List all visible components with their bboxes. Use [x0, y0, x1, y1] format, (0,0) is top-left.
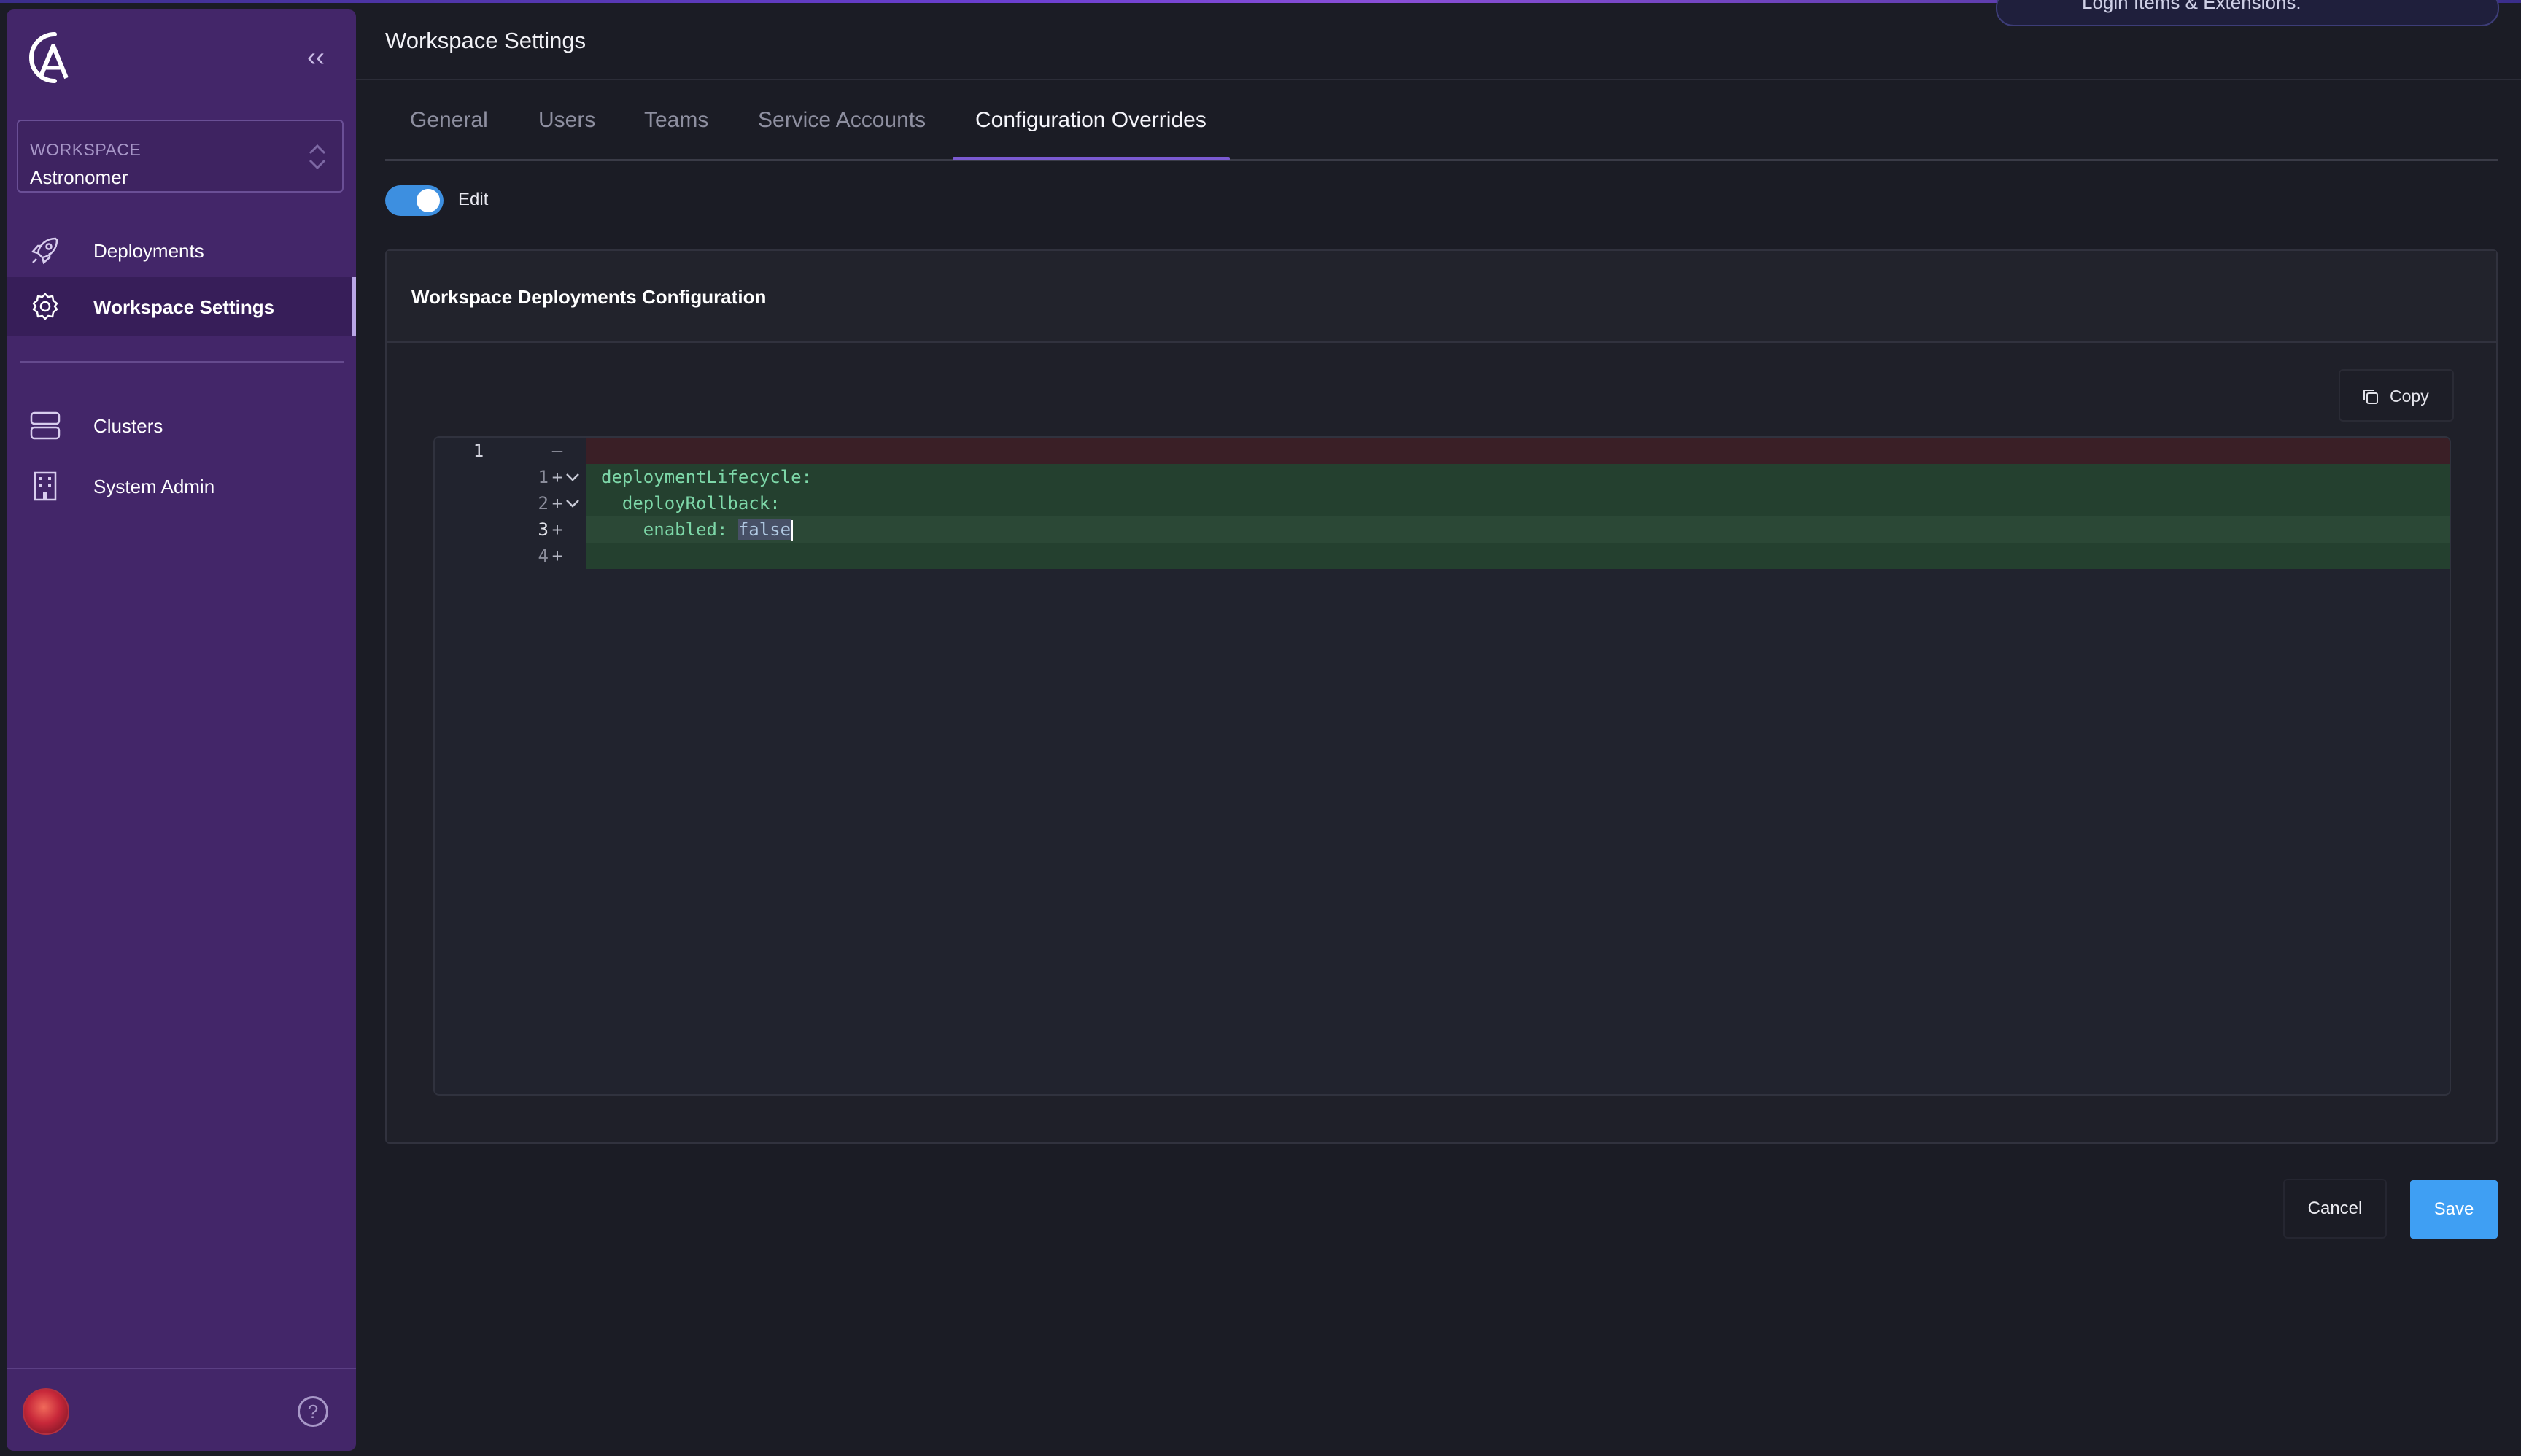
- chevron-updown-icon: [309, 144, 326, 170]
- removed-line-bg: [586, 438, 2450, 464]
- sidebar-item-deployments[interactable]: Deployments: [7, 221, 356, 279]
- sidebar-item-system-admin[interactable]: System Admin: [7, 457, 356, 515]
- code-text: deployRollback:: [601, 493, 781, 514]
- added-line-bg: [586, 490, 2450, 516]
- config-card: Workspace Deployments Configuration Copy…: [385, 249, 2498, 1144]
- edit-toggle-label: Edit: [458, 190, 489, 209]
- yaml-diff-editor[interactable]: 1 – 1 + deploymentLifecycle: 2 + deployR…: [433, 436, 2451, 1096]
- code-text: enabled: false: [601, 516, 794, 543]
- config-card-title: Workspace Deployments Configuration: [411, 286, 767, 308]
- workspace-value: Astronomer: [30, 166, 128, 188]
- help-icon[interactable]: ?: [298, 1396, 328, 1427]
- settings-tabs: General Users Teams Service Accounts Con…: [385, 102, 2498, 160]
- diff-removed-line: 1 –: [435, 438, 2450, 464]
- sidebar-item-label: Deployments: [93, 240, 204, 262]
- config-card-header: Workspace Deployments Configuration: [387, 251, 2496, 343]
- gear-icon: [32, 293, 58, 320]
- tab-users[interactable]: Users: [538, 108, 595, 133]
- diff-sign: +: [551, 519, 563, 540]
- building-icon: [34, 471, 57, 501]
- tab-configuration-overrides[interactable]: Configuration Overrides: [975, 108, 1207, 133]
- workspace-label: WORKSPACE: [30, 140, 142, 159]
- sidebar-item-clusters[interactable]: Clusters: [7, 396, 356, 454]
- page-title: Workspace Settings: [385, 28, 586, 53]
- toggle-knob: [417, 189, 440, 212]
- added-line-bg: [586, 464, 2450, 490]
- user-avatar[interactable]: [23, 1388, 69, 1435]
- edit-toggle[interactable]: [385, 185, 444, 216]
- text-caret: [791, 520, 794, 541]
- cancel-button[interactable]: Cancel: [2283, 1179, 2387, 1239]
- tab-teams[interactable]: Teams: [644, 108, 708, 133]
- selected-code-value: false: [737, 519, 791, 540]
- diff-added-line: 4 +: [435, 543, 2450, 569]
- rocket-icon: [31, 237, 58, 265]
- system-notification[interactable]: Login Items & Extensions.: [1996, 0, 2499, 26]
- server-icon: [30, 411, 61, 440]
- new-line-number: 1: [538, 467, 549, 487]
- fold-chevron-icon[interactable]: [565, 470, 581, 484]
- header-divider: [356, 79, 2521, 80]
- diff-sign: +: [551, 493, 563, 514]
- new-line-number: 3: [538, 519, 549, 540]
- sidebar-item-workspace-settings[interactable]: Workspace Settings: [7, 277, 356, 336]
- active-tab-indicator: [953, 157, 1230, 160]
- sidebar-item-label: System Admin: [93, 476, 215, 497]
- new-line-number: 4: [538, 546, 549, 566]
- code-text: deploymentLifecycle:: [601, 467, 812, 487]
- new-line-number: 2: [538, 493, 549, 514]
- notification-text: Login Items & Extensions.: [2082, 0, 2301, 13]
- old-line-number: 1: [473, 441, 484, 461]
- copy-icon: [2363, 390, 2378, 404]
- workspace-selector[interactable]: WORKSPACE Astronomer: [17, 120, 344, 193]
- sidebar-item-label: Clusters: [93, 415, 163, 437]
- diff-sign: +: [551, 467, 563, 487]
- double-chevron-left-icon[interactable]: ‹‹: [301, 44, 330, 71]
- diff-sign: –: [551, 441, 563, 461]
- astronomer-logo-icon[interactable]: [20, 26, 75, 90]
- sidebar-footer-divider: [7, 1368, 356, 1369]
- added-line-bg: [586, 516, 2450, 543]
- fold-chevron-icon[interactable]: [565, 496, 581, 511]
- save-button[interactable]: Save: [2410, 1180, 2498, 1239]
- code-prefix: enabled:: [601, 519, 738, 540]
- tab-general[interactable]: General: [410, 108, 488, 133]
- diff-added-line: 1 + deploymentLifecycle:: [435, 464, 2450, 490]
- copy-label: Copy: [2390, 387, 2429, 406]
- copy-button[interactable]: Copy: [2339, 369, 2454, 422]
- diff-added-line: 2 + deployRollback:: [435, 490, 2450, 516]
- diff-sign: +: [551, 546, 563, 566]
- tab-service-accounts[interactable]: Service Accounts: [758, 108, 926, 133]
- added-line-bg: [586, 543, 2450, 569]
- diff-added-line-current: 3 + enabled: false: [435, 516, 2450, 543]
- sidebar-divider: [20, 361, 344, 363]
- sidebar: ‹‹ WORKSPACE Astronomer Deployments Work…: [7, 9, 356, 1451]
- sidebar-item-label: Workspace Settings: [93, 296, 275, 318]
